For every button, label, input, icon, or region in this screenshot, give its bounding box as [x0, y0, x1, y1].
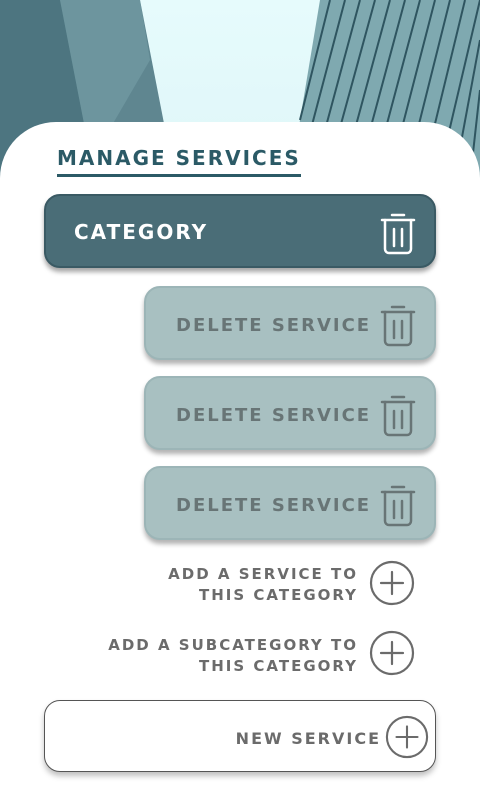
- new-service-label: NEW SERVICE: [235, 729, 381, 748]
- page-title: MANAGE SERVICES: [57, 146, 301, 177]
- category-label: CATEGORY: [74, 220, 209, 244]
- add-subcategory-to-category-label[interactable]: ADD A SUBCATEGORY TO THIS CATEGORY: [108, 635, 358, 677]
- delete-service-button[interactable]: DELETE SERVICE: [144, 376, 436, 450]
- delete-service-button[interactable]: DELETE SERVICE: [144, 466, 436, 540]
- delete-service-label: DELETE SERVICE: [176, 495, 372, 516]
- delete-service-label: DELETE SERVICE: [176, 405, 372, 426]
- plus-circle-icon[interactable]: [385, 715, 429, 763]
- trash-icon[interactable]: [378, 392, 418, 442]
- trash-icon[interactable]: [378, 210, 418, 260]
- delete-service-button[interactable]: DELETE SERVICE: [144, 286, 436, 360]
- delete-service-label: DELETE SERVICE: [176, 315, 372, 336]
- plus-circle-icon[interactable]: [369, 560, 415, 610]
- new-service-button[interactable]: NEW SERVICE: [44, 700, 436, 772]
- category-button[interactable]: CATEGORY: [44, 194, 436, 268]
- add-service-to-category-label[interactable]: ADD A SERVICE TO THIS CATEGORY: [168, 564, 358, 606]
- trash-icon[interactable]: [378, 302, 418, 352]
- plus-circle-icon[interactable]: [369, 630, 415, 680]
- trash-icon[interactable]: [378, 482, 418, 532]
